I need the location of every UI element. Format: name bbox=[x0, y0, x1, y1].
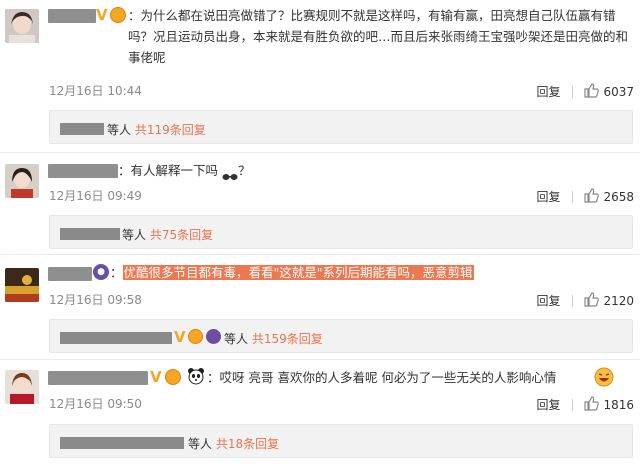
thumbs-up-icon[interactable] bbox=[583, 291, 600, 310]
divider bbox=[572, 398, 574, 411]
username-blurred[interactable] bbox=[48, 164, 118, 178]
sunglasses-emoji-icon bbox=[222, 167, 238, 180]
replier-blurred bbox=[60, 228, 120, 240]
avatar[interactable] bbox=[5, 164, 39, 198]
comment-text: ：哎呀 亮哥 喜欢你的人多着呢 何必为了一些无关的人影响心情 bbox=[207, 370, 557, 385]
vip-crown-icon bbox=[188, 329, 203, 344]
panda-emoji-icon bbox=[187, 367, 205, 385]
vip-v-icon: V bbox=[174, 328, 186, 346]
view-replies-link[interactable]: 共159条回复 bbox=[252, 332, 323, 346]
avatar[interactable] bbox=[5, 9, 39, 43]
thumbs-up-icon[interactable] bbox=[583, 187, 600, 206]
comment-time: 12月16日 10:44 bbox=[49, 84, 142, 98]
username-blurred[interactable] bbox=[48, 371, 148, 385]
like-count: 2120 bbox=[603, 293, 634, 308]
replier-blurred bbox=[60, 437, 184, 449]
avatar[interactable] bbox=[5, 268, 39, 302]
sub-replies-suffix: 等人 bbox=[107, 123, 132, 137]
comment-time: 12月16日 09:58 bbox=[49, 293, 142, 307]
sub-replies-box[interactable]: 等人 共119条回复 bbox=[49, 110, 633, 144]
divider bbox=[572, 294, 574, 307]
divider bbox=[0, 359, 640, 360]
vip-crown-icon bbox=[110, 7, 126, 23]
vip-v-icon: V bbox=[96, 6, 108, 24]
vip-v-icon: V bbox=[150, 368, 162, 386]
youku-badge-icon: ● bbox=[93, 264, 109, 280]
comment-actions: 回复 2658 bbox=[536, 187, 634, 206]
comment-text: ：为什么都在说田亮做错了？比赛规则不就是这样吗，有输有赢，田亮想自己队伍赢有错吗… bbox=[128, 8, 629, 65]
youku-badge-icon bbox=[206, 329, 221, 344]
thumbs-up-icon[interactable] bbox=[583, 395, 600, 414]
laughing-emoji-icon bbox=[594, 367, 614, 387]
sub-replies-box[interactable]: 等人 共75条回复 bbox=[49, 215, 633, 249]
replier-blurred bbox=[60, 332, 172, 344]
sub-replies-box[interactable]: V 等人 共159条回复 bbox=[49, 319, 633, 353]
comment-actions: 回复 2120 bbox=[536, 291, 634, 310]
comment-time: 12月16日 09:50 bbox=[49, 397, 142, 411]
divider bbox=[0, 152, 640, 153]
reply-button[interactable]: 回复 bbox=[536, 188, 560, 205]
divider bbox=[572, 85, 574, 98]
sub-replies-suffix: 等人 bbox=[224, 332, 249, 346]
view-replies-link[interactable]: 共75条回复 bbox=[150, 228, 213, 242]
reply-button[interactable]: 回复 bbox=[536, 292, 560, 309]
comment-time: 12月16日 09:49 bbox=[49, 189, 142, 203]
reply-button[interactable]: 回复 bbox=[536, 83, 560, 100]
divider bbox=[0, 254, 640, 255]
sub-replies-suffix: 等人 bbox=[122, 228, 147, 242]
avatar[interactable] bbox=[5, 370, 39, 404]
replier-blurred bbox=[60, 123, 104, 135]
like-count: 6037 bbox=[603, 84, 634, 99]
thumbs-up-icon[interactable] bbox=[583, 82, 600, 101]
comment-text: ：优酷很多节目都有毒，看看"这就是"系列后期能看吗，恶意剪辑 bbox=[110, 265, 474, 280]
sub-replies-box[interactable]: 等人 共18条回复 bbox=[49, 424, 633, 458]
reply-button[interactable]: 回复 bbox=[536, 396, 560, 413]
vip-crown-icon bbox=[165, 369, 181, 385]
view-replies-link[interactable]: 共119条回复 bbox=[135, 123, 206, 137]
sub-replies-suffix: 等人 bbox=[188, 437, 213, 451]
comment-actions: 回复 6037 bbox=[536, 82, 634, 101]
like-count: 2658 bbox=[603, 189, 634, 204]
highlighted-text: 优酷很多节目都有毒，看看"这就是"系列后期能看吗，恶意剪辑 bbox=[122, 265, 474, 280]
view-replies-link[interactable]: 共18条回复 bbox=[216, 437, 279, 451]
like-count: 1816 bbox=[603, 397, 634, 412]
comment-text: ：有人解释一下吗 ？ bbox=[118, 163, 251, 180]
comment-actions: 回复 1816 bbox=[536, 395, 634, 414]
username-blurred[interactable] bbox=[48, 9, 96, 23]
divider bbox=[572, 190, 574, 203]
username-blurred[interactable] bbox=[48, 267, 92, 281]
